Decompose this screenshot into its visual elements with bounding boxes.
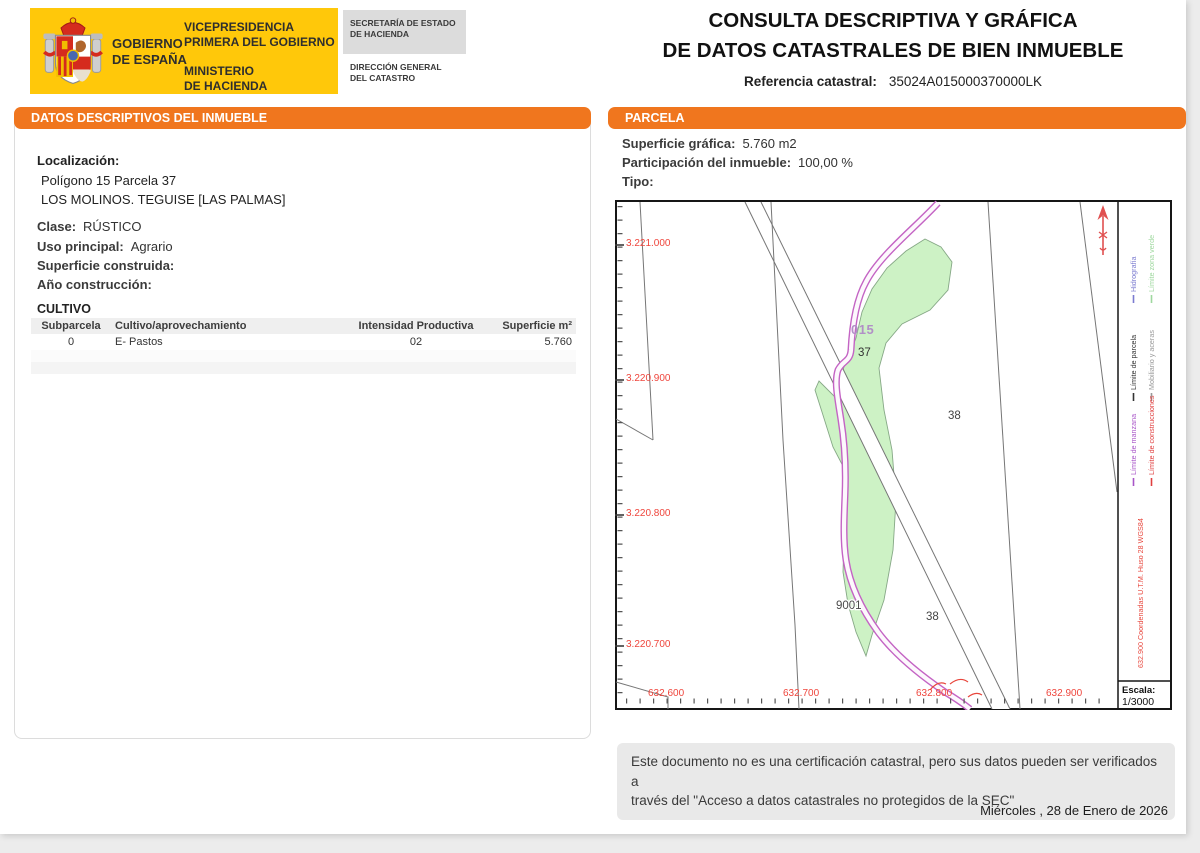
legend-mobiliario: Mobiliario y aceras: [1147, 330, 1156, 390]
clase-value: RÚSTICO: [83, 219, 142, 234]
road-code-label: 9001: [836, 600, 862, 612]
y-label: 3.220.800: [626, 508, 671, 519]
document-page: GOBIERNO DE ESPAÑA VICEPRESIDENCIA PRIME…: [0, 0, 1186, 834]
referencia-value: 35024A015000370000LK: [889, 74, 1042, 89]
right-panel-header: PARCELA: [608, 107, 1186, 129]
y-label: 3.221.000: [626, 238, 671, 249]
scale-label: Escala:: [1122, 685, 1155, 696]
government-logo: GOBIERNO DE ESPAÑA VICEPRESIDENCIA PRIME…: [30, 8, 338, 94]
vicepresidencia-label: VICEPRESIDENCIA PRIMERA DEL GOBIERNO: [184, 20, 335, 50]
spain-coat-of-arms-icon: [40, 15, 106, 89]
x-label: 632.700: [783, 688, 820, 699]
superficie-grafica-field: Superficie gráfica:5.760 m2: [622, 136, 797, 151]
cadastral-map: 3.221.000 3.220.900 3.220.800 3.220.700 …: [615, 200, 1172, 710]
uso-value: Agrario: [131, 239, 173, 254]
empty-row: [31, 350, 576, 362]
superficie-construida-field: Superficie construida:: [37, 258, 181, 273]
legend-zona-verde: Límite zona verde: [1147, 235, 1156, 292]
parcel-38-upper-label: 38: [948, 410, 961, 422]
polygon-code-label: 015: [851, 322, 874, 337]
table-row: 0 E- Pastos 02 5.760: [31, 334, 576, 350]
localizacion-line2: LOS MOLINOS. TEGUISE [LAS PALMAS]: [41, 192, 285, 207]
direccion-general-label: DIRECCIÓN GENERAL DEL CATASTRO: [350, 62, 442, 84]
title-line-1: CONSULTA DESCRIPTIVA Y GRÁFICA: [600, 6, 1186, 36]
y-label: 3.220.700: [626, 639, 671, 650]
legend-limite-parcela: Límite de parcela: [1129, 335, 1138, 390]
empty-row: [31, 362, 576, 374]
legend-limite-manzana: Límite de manzana: [1129, 414, 1138, 475]
parcel-37-label: 37: [858, 347, 871, 359]
left-panel-header: DATOS DESCRIPTIVOS DEL INMUEBLE: [14, 107, 591, 129]
legend-limite-construcciones: Límite de construcciones: [1147, 395, 1156, 475]
secretaria-badge: SECRETARÍA DE ESTADO DE HACIENDA: [343, 10, 466, 54]
x-label: 632.900: [1046, 688, 1083, 699]
col-subparcela: Subparcela: [31, 318, 111, 334]
referencia-label: Referencia catastral:: [744, 74, 877, 89]
tipo-field: Tipo:: [622, 174, 661, 189]
localizacion-line1: Polígono 15 Parcela 37: [41, 173, 176, 188]
referencia-catastral: Referencia catastral: 35024A015000370000L…: [600, 74, 1186, 89]
disclaimer-line-1: Este documento no es una certificación c…: [631, 752, 1161, 791]
cultivo-table-header: Subparcela Cultivo/aprovechamiento Inten…: [31, 318, 576, 334]
x-label: 632.600: [648, 688, 685, 699]
document-title: CONSULTA DESCRIPTIVA Y GRÁFICA DE DATOS …: [600, 6, 1186, 89]
x-label: 632.800: [916, 688, 953, 699]
col-superficie: Superficie m²: [496, 318, 576, 334]
superficie-grafica-value: 5.760 m2: [742, 136, 796, 151]
y-label: 3.220.900: [626, 373, 671, 384]
participacion-field: Participación del inmueble:100,00 %: [622, 155, 853, 170]
clase-field: Clase:RÚSTICO: [37, 219, 142, 234]
title-line-2: DE DATOS CATASTRALES DE BIEN INMUEBLE: [600, 36, 1186, 66]
uso-principal-field: Uso principal:Agrario: [37, 239, 173, 254]
utm-coordinates-note: 632.900 Coordenadas U.T.M. Huso 28 WGS84: [1136, 518, 1145, 668]
col-intensidad: Intensidad Productiva: [336, 318, 496, 334]
document-date: Miércoles , 28 de Enero de 2026: [608, 803, 1168, 818]
participacion-value: 100,00 %: [798, 155, 853, 170]
legend-hidrografia: Hidrografía: [1129, 256, 1138, 292]
scale-value: 1/3000: [1122, 696, 1154, 708]
ministerio-label: MINISTERIO DE HACIENDA: [184, 64, 267, 94]
cultivo-title: CULTIVO: [37, 302, 91, 316]
datos-descriptivos-panel: DATOS DESCRIPTIVOS DEL INMUEBLE Localiza…: [14, 107, 591, 739]
cultivo-table: Subparcela Cultivo/aprovechamiento Inten…: [31, 318, 576, 374]
localizacion-label: Localización:: [37, 153, 119, 168]
gobierno-label: GOBIERNO DE ESPAÑA: [112, 36, 187, 69]
parcel-38-lower-label: 38: [926, 611, 939, 623]
anio-construccion-field: Año construcción:: [37, 277, 159, 292]
col-cultivo: Cultivo/aprovechamiento: [111, 318, 336, 334]
